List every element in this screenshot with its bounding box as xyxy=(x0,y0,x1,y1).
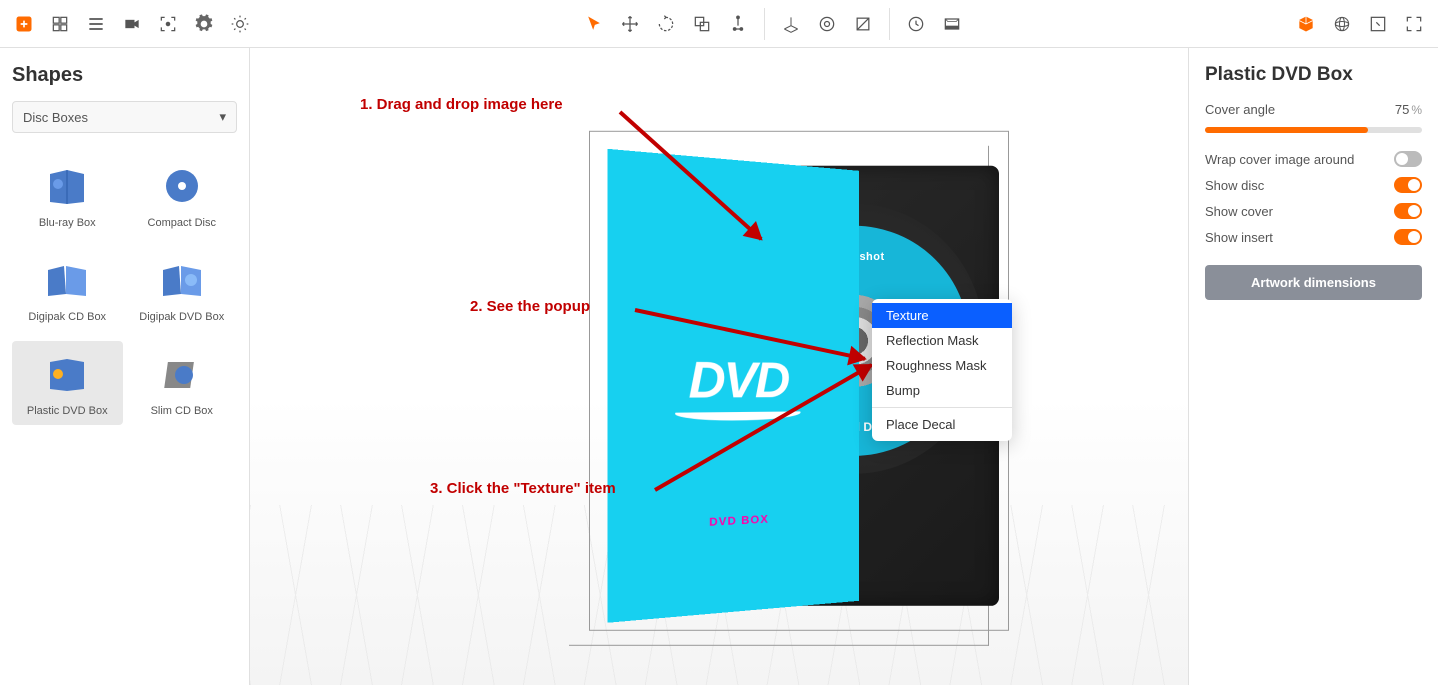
pivot-icon[interactable] xyxy=(722,8,754,40)
shape-category-dropdown[interactable]: Disc Boxes ▾ xyxy=(12,101,237,133)
texture-context-menu: TextureReflection MaskRoughness MaskBump… xyxy=(872,299,1012,441)
context-item-bump[interactable]: Bump xyxy=(872,378,1012,403)
camera-icon[interactable] xyxy=(116,8,148,40)
cube-icon[interactable] xyxy=(1290,8,1322,40)
dvd-front-cover[interactable]: DVD DVD BOX xyxy=(607,148,859,622)
shape-item-slim-cd-box[interactable]: Slim CD Box xyxy=(127,341,238,425)
shape-item-blu-ray-box[interactable]: Blu-ray Box xyxy=(12,153,123,237)
properties-panel: Plastic DVD Box Cover angle 75% Wrap cov… xyxy=(1188,48,1438,685)
shapes-title: Shapes xyxy=(12,64,237,87)
material-icon[interactable] xyxy=(847,8,879,40)
grid-icon[interactable] xyxy=(44,8,76,40)
gear-icon[interactable] xyxy=(188,8,220,40)
annotation-3: 3. Click the "Texture" item xyxy=(430,480,616,497)
focus-icon[interactable] xyxy=(152,8,184,40)
cover-angle-label: Cover angle xyxy=(1205,102,1275,117)
fullscreen-icon[interactable] xyxy=(1398,8,1430,40)
toggle-show-insert[interactable] xyxy=(1394,229,1422,245)
scale-icon[interactable] xyxy=(686,8,718,40)
collapse-icon[interactable] xyxy=(1362,8,1394,40)
shape-item-digipak-cd-box[interactable]: Digipak CD Box xyxy=(12,247,123,331)
shape-item-digipak-dvd-box[interactable]: Digipak DVD Box xyxy=(127,247,238,331)
select-icon[interactable] xyxy=(578,8,610,40)
render-icon[interactable] xyxy=(936,8,968,40)
context-item-texture[interactable]: Texture xyxy=(872,303,1012,328)
cover-angle-slider[interactable] xyxy=(1205,127,1422,133)
brightness-icon[interactable] xyxy=(224,8,256,40)
rotate-icon[interactable] xyxy=(650,8,682,40)
ground-icon[interactable] xyxy=(775,8,807,40)
history-icon[interactable] xyxy=(900,8,932,40)
shape-item-compact-disc[interactable]: Compact Disc xyxy=(127,153,238,237)
annotation-1: 1. Drag and drop image here xyxy=(360,96,563,113)
properties-title: Plastic DVD Box xyxy=(1205,64,1422,86)
artwork-dimensions-button[interactable]: Artwork dimensions xyxy=(1205,265,1422,300)
toggle-show-disc[interactable] xyxy=(1394,177,1422,193)
context-item-roughness-mask[interactable]: Roughness Mask xyxy=(872,353,1012,378)
toggle-show-cover[interactable] xyxy=(1394,203,1422,219)
add-icon[interactable] xyxy=(8,8,40,40)
toggle-wrap-cover-image-around[interactable] xyxy=(1394,151,1422,167)
shapes-panel: Shapes Disc Boxes ▾ Blu-ray BoxCompact D… xyxy=(0,48,250,685)
list-icon[interactable] xyxy=(80,8,112,40)
sphere-icon[interactable] xyxy=(1326,8,1358,40)
main-toolbar xyxy=(0,0,1438,48)
annotation-2: 2. See the popup xyxy=(470,298,590,315)
move-icon[interactable] xyxy=(614,8,646,40)
viewport-3d[interactable]: ⦿ boxshot Optical Disc DVD DVD BOX 1. Dr… xyxy=(250,48,1188,685)
shape-item-plastic-dvd-box[interactable]: Plastic DVD Box xyxy=(12,341,123,425)
chevron-down-icon: ▾ xyxy=(219,109,226,125)
context-item-reflection-mask[interactable]: Reflection Mask xyxy=(872,328,1012,353)
context-item-place-decal[interactable]: Place Decal xyxy=(872,412,1012,437)
target-icon[interactable] xyxy=(811,8,843,40)
